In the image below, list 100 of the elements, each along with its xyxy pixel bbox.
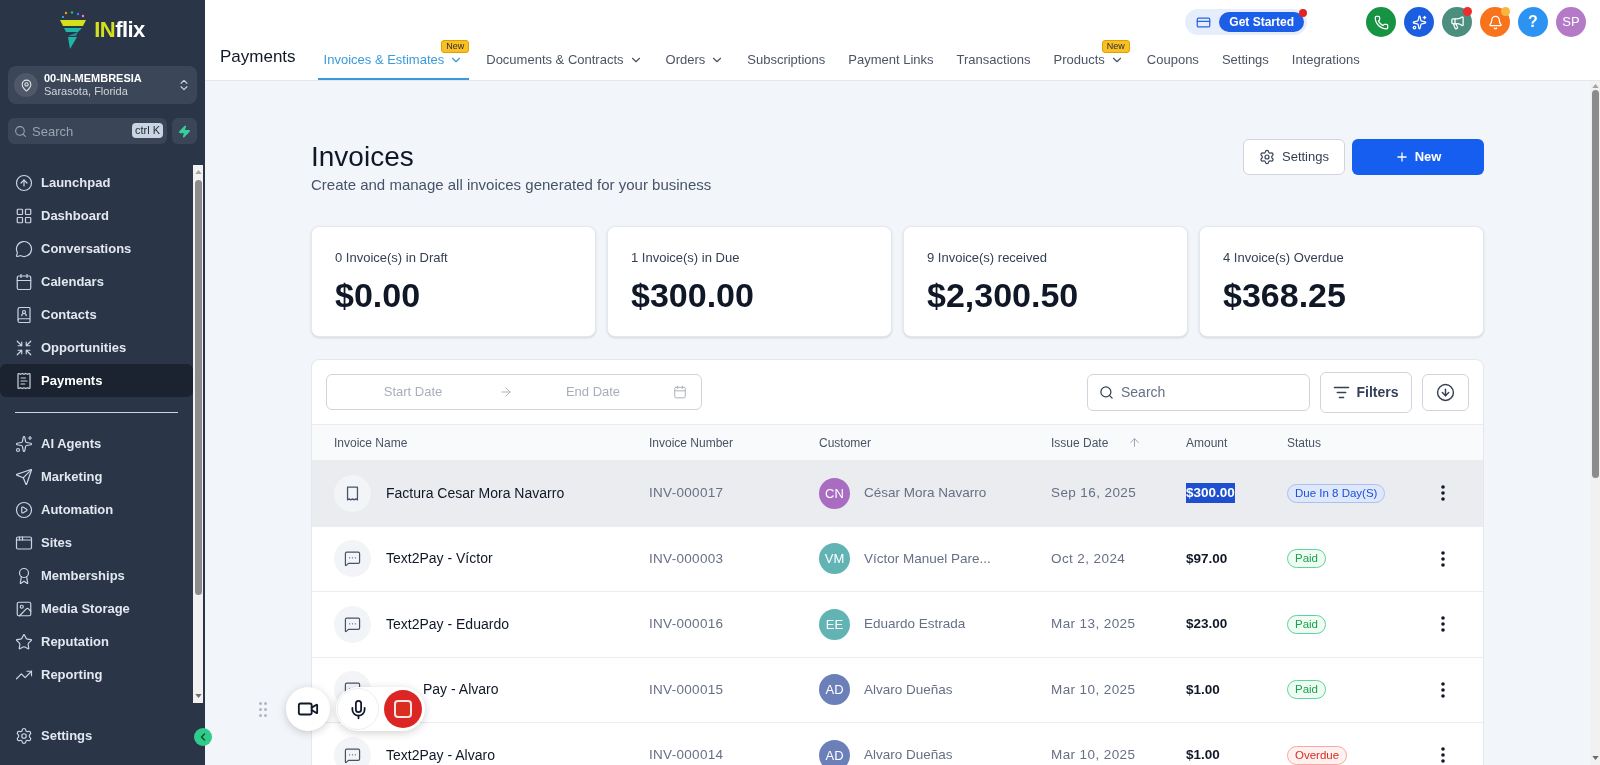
invoice-number: INV-000003 — [649, 549, 725, 568]
sidebar-nav-item[interactable]: Settings — [0, 719, 188, 753]
vertical-dots-icon — [1441, 747, 1445, 764]
sidebar-nav-item[interactable]: Marketing — [0, 460, 193, 493]
chat-bubble-icon — [334, 605, 371, 643]
receipt-icon — [334, 474, 371, 512]
sparkles-icon — [1411, 14, 1427, 30]
sidebar-nav-item[interactable]: Automation — [0, 493, 193, 526]
converging-arrows-icon — [15, 338, 33, 357]
nav-tab[interactable]: Products New — [1047, 38, 1130, 80]
sparkles-button[interactable] — [1404, 7, 1434, 37]
amount: $97.00 — [1186, 549, 1228, 568]
invoice-name[interactable]: Text2Pay - Eduardo — [386, 613, 509, 635]
bell-icon — [1487, 14, 1503, 30]
sidebar-nav-item[interactable]: Conversations — [0, 232, 193, 265]
sidebar-nav-item[interactable]: AI Agents — [0, 427, 193, 460]
sidebar-nav-item[interactable]: Sites — [0, 526, 193, 559]
customer-name: Alvaro Dueñas — [864, 680, 953, 699]
amount: $1.00 — [1186, 746, 1220, 765]
sidebar-nav-item[interactable]: Media Storage — [0, 592, 193, 625]
stat-value: $300.00 — [631, 275, 755, 315]
sidebar-nav-item[interactable]: Memberships — [0, 559, 193, 592]
page-title: Invoices — [311, 140, 415, 174]
sidebar-nav-item[interactable]: Dashboard — [0, 199, 193, 232]
sidebar-nav-item[interactable]: Calendars — [0, 265, 193, 298]
filters-button[interactable]: Filters — [1320, 371, 1412, 413]
credit-card-icon — [1196, 14, 1212, 30]
amount: $1.00 — [1186, 680, 1220, 699]
sidebar-nav-item[interactable]: Reputation — [0, 625, 193, 658]
quick-action-button[interactable] — [172, 118, 197, 144]
section-title: Payments — [220, 46, 296, 68]
invoice-name[interactable]: Text2Pay - Víctor — [386, 548, 493, 570]
sidebar-nav-item[interactable]: Launchpad — [0, 166, 193, 199]
sidebar-nav-item[interactable]: Opportunities — [0, 331, 193, 364]
customer-avatar: EE — [819, 608, 850, 640]
nav-tab[interactable]: Settings — [1215, 38, 1275, 80]
nav-tab[interactable]: Transactions — [950, 38, 1037, 80]
receipt-icon — [15, 371, 33, 390]
vertical-dots-icon — [1441, 681, 1445, 698]
drag-handle-icon[interactable] — [259, 701, 267, 717]
nav-tab[interactable]: Payment Links — [842, 38, 940, 80]
invoice-name[interactable]: Pay - Alvaro — [423, 679, 499, 701]
date-range-picker[interactable]: Start Date End Date — [326, 374, 702, 410]
account-switcher[interactable]: 00-IN-MEMBRESIA Sarasota, Florida — [8, 66, 197, 104]
column-header[interactable]: Amount — [1186, 433, 1228, 452]
nav-tab[interactable]: Coupons — [1140, 38, 1205, 80]
paper-plane-icon — [15, 467, 33, 486]
video-camera-button[interactable] — [286, 687, 330, 731]
download-button[interactable] — [1422, 373, 1469, 411]
vertical-dots-icon — [1441, 550, 1445, 567]
sidebar-nav-item[interactable]: Contacts — [0, 298, 193, 331]
microphone-button[interactable] — [337, 688, 379, 730]
sidebar-nav-item[interactable]: Reporting — [0, 658, 193, 691]
scrollbar[interactable] — [193, 165, 203, 703]
notifications-button[interactable] — [1480, 7, 1510, 37]
column-header[interactable]: Status — [1287, 433, 1322, 452]
scroll-down-arrow-icon[interactable] — [194, 694, 202, 698]
settings-button[interactable]: Settings — [1243, 139, 1345, 175]
customer-avatar: VM — [819, 543, 850, 575]
nav-tab[interactable]: Subscriptions — [741, 38, 832, 80]
phone-icon — [1373, 14, 1389, 30]
sparkles-icon — [15, 434, 33, 453]
phone-button[interactable] — [1366, 7, 1396, 37]
table-row[interactable]: Factura Cesar Mora Navarro INV-000017 CN César Mora Navarro Sep 16, 2025 $300.00 Due In 8 Day(S) — [312, 461, 1483, 527]
megaphone-button[interactable] — [1442, 7, 1472, 37]
nav-tab[interactable]: Documents & Contracts — [480, 38, 649, 80]
issue-date: Mar 10, 2025 — [1051, 746, 1137, 765]
scrollbar[interactable] — [1590, 81, 1600, 765]
invoice-name[interactable]: Factura Cesar Mora Navarro — [386, 482, 565, 504]
new-button[interactable]: New — [1352, 139, 1484, 175]
invoice-name[interactable]: Text2Pay - Alvaro — [386, 744, 495, 765]
collapse-sidebar-button[interactable] — [194, 728, 212, 746]
nav-tab[interactable]: Integrations — [1285, 38, 1366, 80]
end-date-field[interactable]: End Date — [513, 382, 673, 402]
column-header[interactable]: Customer — [819, 433, 871, 452]
issue-date: Sep 16, 2025 — [1051, 484, 1138, 503]
logo-wordmark: INflix — [94, 19, 145, 41]
status-badge: Paid — [1287, 549, 1327, 569]
issue-date: Mar 10, 2025 — [1051, 680, 1137, 699]
status-badge: Paid — [1287, 680, 1327, 700]
column-header[interactable]: Invoice Name — [334, 433, 408, 452]
search-icon — [1099, 384, 1114, 400]
status-badge: Overdue — [1287, 745, 1348, 765]
customer-avatar: AD — [819, 674, 850, 706]
customer-avatar: CN — [819, 477, 850, 509]
get-started-button[interactable]: Get Started — [1185, 9, 1307, 35]
stat-value: $368.25 — [1223, 275, 1347, 315]
play-circle-icon — [15, 500, 33, 519]
column-header[interactable]: Issue Date — [1051, 433, 1109, 452]
star-icon — [15, 632, 33, 651]
column-header[interactable]: Invoice Number — [649, 433, 734, 452]
settings-icon — [15, 727, 33, 745]
start-date-field[interactable]: Start Date — [327, 382, 499, 402]
nav-tab[interactable]: Invoices & Estimates New — [317, 38, 470, 80]
plus-icon — [1394, 150, 1409, 164]
nav-tab[interactable]: Orders — [659, 38, 731, 80]
scroll-down-arrow-icon[interactable] — [1591, 756, 1599, 760]
stop-recording-button[interactable] — [384, 690, 422, 728]
search-field[interactable]: Search — [1087, 373, 1310, 411]
sidebar-nav-item[interactable]: Payments — [0, 364, 193, 397]
